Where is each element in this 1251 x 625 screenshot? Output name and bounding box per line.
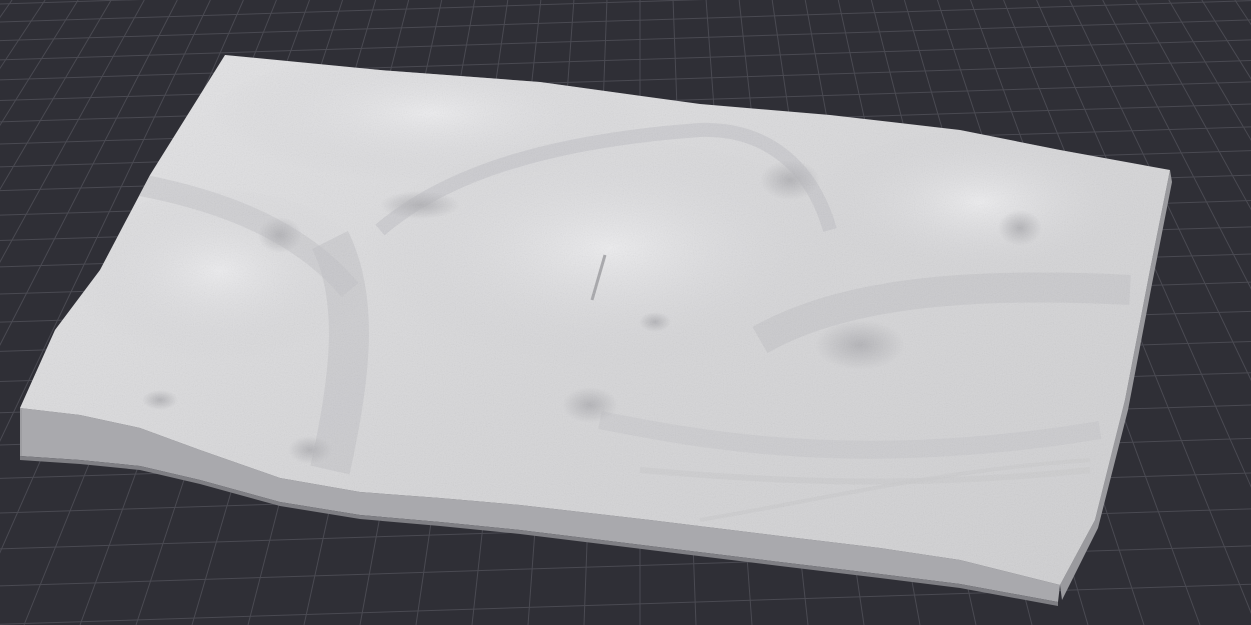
grid-line-vertical <box>1234 0 1251 26</box>
grid-line-vertical <box>0 0 13 19</box>
grid-line-horizontal <box>0 0 1251 42</box>
grid-line-vertical <box>1135 0 1251 211</box>
grid-line-vertical <box>0 0 46 70</box>
3d-viewport[interactable] <box>0 0 1251 625</box>
terrain-model[interactable] <box>0 0 1251 625</box>
grid-line-horizontal <box>0 0 704 23</box>
grid-line-horizontal <box>0 19 1251 61</box>
viewport-scene[interactable] <box>0 0 1251 625</box>
terrain-left-side <box>20 408 22 456</box>
grid-line-vertical <box>0 0 79 127</box>
